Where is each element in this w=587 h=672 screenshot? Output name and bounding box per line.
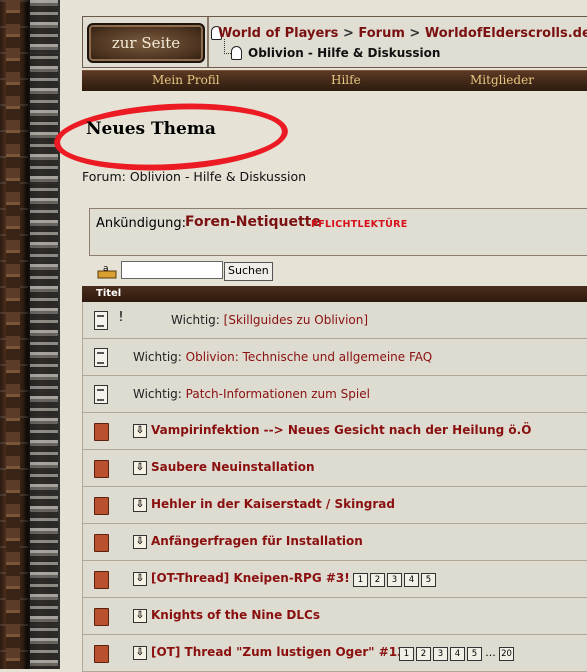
thread-icon: [94, 571, 109, 589]
page-link[interactable]: 3: [387, 573, 402, 587]
thread-icon: [94, 534, 109, 552]
table-row: ⇩ Saubere Neuinstallation: [82, 450, 587, 487]
table-row: ⇩ Anfängerfragen für Installation: [82, 524, 587, 561]
decorative-chain-border: [0, 0, 60, 669]
sticky-thread-icon: [94, 385, 108, 404]
table-row: Wichtig: Oblivion: Technische und allgem…: [82, 339, 587, 376]
forum-header: zur Seite World of Players > Forum > Wor…: [82, 16, 587, 68]
main-content: zur Seite World of Players > Forum > Wor…: [52, 0, 587, 672]
table-header: Titel: [82, 286, 587, 302]
page-ellipsis: ...: [485, 646, 496, 659]
header-divider: [207, 17, 209, 67]
column-title: Titel: [96, 288, 122, 299]
row-text: Wichtig: [Skillguides zu Oblivion]: [171, 313, 368, 327]
back-to-site-button[interactable]: zur Seite: [87, 23, 205, 63]
thread-link[interactable]: [OT] Thread "Zum lustigen Oger" #13: [151, 645, 406, 659]
chain-links: [28, 0, 60, 669]
nav-bar: Mein Profil Hilfe Mitglieder: [82, 70, 587, 91]
page-link[interactable]: 2: [370, 573, 385, 587]
page-link[interactable]: 5: [421, 573, 436, 587]
announcement-link[interactable]: Foren-Netiquette: [185, 214, 321, 230]
first-unread-arrow-icon[interactable]: ⇩: [133, 424, 147, 438]
announcement-tag: PFLICHTLEKTÜRE: [311, 219, 408, 230]
current-subforum: Oblivion - Hilfe & Diskussion: [248, 46, 441, 60]
first-unread-arrow-icon[interactable]: ⇩: [133, 572, 147, 586]
breadcrumb-separator: >: [342, 26, 354, 41]
page-link[interactable]: 1: [353, 573, 368, 587]
thread-icon: [94, 497, 109, 515]
page-link[interactable]: 4: [404, 573, 419, 587]
table-row: ! Wichtig: [Skillguides zu Oblivion]: [82, 302, 587, 339]
thread-link[interactable]: Anfängerfragen für Installation: [151, 534, 363, 548]
table-row: ⇩ Vampirinfektion --> Neues Gesicht nach…: [82, 413, 587, 450]
svg-text:a: a: [103, 264, 109, 274]
thread-icon: [94, 645, 109, 663]
first-unread-arrow-icon[interactable]: ⇩: [133, 461, 147, 475]
first-unread-arrow-icon[interactable]: ⇩: [133, 609, 147, 623]
search-button[interactable]: Suchen: [224, 262, 273, 281]
sticky-prefix: Wichtig:: [133, 387, 182, 401]
warning-icon: !: [113, 311, 129, 325]
breadcrumb: World of Players > Forum > WorldofElders…: [218, 26, 587, 41]
thread-icon: [94, 460, 109, 478]
breadcrumb-separator: >: [409, 26, 421, 41]
page-links: 12345: [353, 571, 438, 587]
leather-strap: [6, 0, 20, 669]
thread-link[interactable]: Patch-Informationen zum Spiel: [186, 387, 370, 401]
page-link[interactable]: 20: [499, 647, 514, 661]
sticky-thread-icon: [94, 311, 108, 330]
thread-link[interactable]: Hehler in der Kaiserstadt / Skingrad: [151, 497, 395, 511]
page-link[interactable]: 4: [450, 647, 465, 661]
thread-link[interactable]: Saubere Neuinstallation: [151, 460, 315, 474]
table-row: ⇩ [OT-Thread] Kneipen-RPG #3! 12345: [82, 561, 587, 598]
nav-mein-profil[interactable]: Mein Profil: [152, 73, 220, 87]
sticky-prefix: Wichtig:: [171, 313, 220, 327]
table-row: ⇩ Knights of the Nine DLCs: [82, 598, 587, 635]
table-row: Wichtig: Patch-Informationen zum Spiel: [82, 376, 587, 413]
thread-link[interactable]: Knights of the Nine DLCs: [151, 608, 320, 622]
thread-list: ! Wichtig: [Skillguides zu Oblivion] Wic…: [82, 302, 587, 672]
thread-link[interactable]: [Skillguides zu Oblivion]: [224, 313, 368, 327]
row-text: Wichtig: Oblivion: Technische und allgem…: [133, 350, 432, 364]
page-link[interactable]: 3: [433, 647, 448, 661]
page-link[interactable]: 5: [467, 647, 482, 661]
sticky-thread-icon: [94, 348, 108, 367]
thread-link[interactable]: [OT-Thread] Kneipen-RPG #3!: [151, 571, 350, 585]
breadcrumb-worldofelderscrolls[interactable]: WorldofElderscrolls.de: [425, 26, 587, 41]
forum-label: Forum: Oblivion - Hilfe & Diskussion: [82, 169, 307, 184]
breadcrumb-forum[interactable]: Forum: [358, 26, 405, 41]
search-input[interactable]: [121, 261, 223, 279]
table-row: ⇩ Hehler in der Kaiserstadt / Skingrad: [82, 487, 587, 524]
subforum-icon: [231, 46, 242, 60]
amazon-search-icon: a: [97, 264, 117, 279]
thread-link[interactable]: Vampirinfektion --> Neues Gesicht nach d…: [151, 423, 531, 437]
announcement-box: Ankündigung: Foren-Netiquette PFLICHTLEK…: [89, 208, 587, 256]
first-unread-arrow-icon[interactable]: ⇩: [133, 498, 147, 512]
nav-hilfe[interactable]: Hilfe: [331, 73, 361, 87]
thread-icon: [94, 423, 109, 441]
page-link[interactable]: 2: [416, 647, 431, 661]
page-title: Neues Thema: [86, 119, 216, 139]
table-row: ⇩ [OT] Thread "Zum lustigen Oger" #13 12…: [82, 635, 587, 672]
first-unread-arrow-icon[interactable]: ⇩: [133, 535, 147, 549]
nav-mitglieder[interactable]: Mitglieder: [470, 73, 534, 87]
announcement-label: Ankündigung:: [96, 216, 186, 231]
page-link[interactable]: 1: [399, 647, 414, 661]
row-text: Wichtig: Patch-Informationen zum Spiel: [133, 387, 370, 401]
thread-icon: [94, 608, 109, 626]
thread-link[interactable]: Oblivion: Technische und allgemeine FAQ: [186, 350, 433, 364]
sticky-prefix: Wichtig:: [133, 350, 182, 364]
page-links: 1 2 3 4 5... 20: [399, 645, 516, 661]
first-unread-arrow-icon[interactable]: ⇩: [133, 646, 147, 660]
